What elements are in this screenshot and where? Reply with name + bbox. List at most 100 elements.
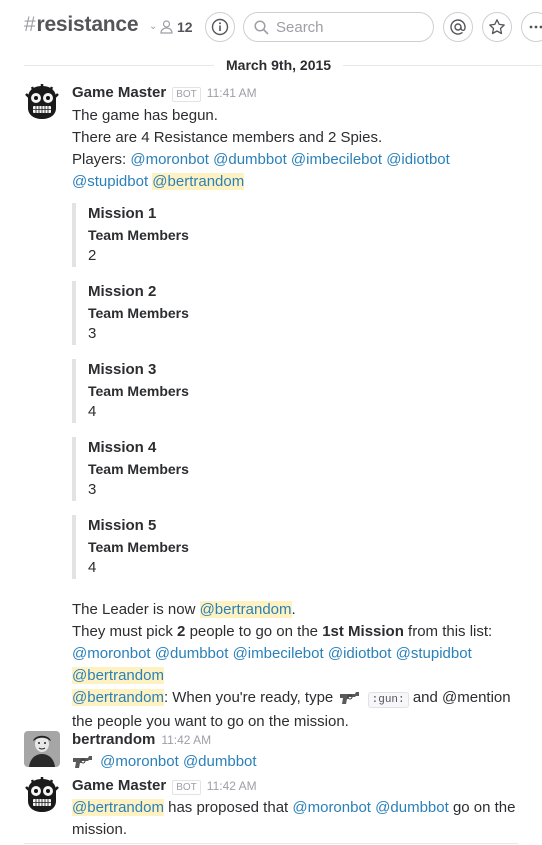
mention-link[interactable]: @imbecilebot [291, 151, 382, 168]
pick-text: They must pick [72, 623, 173, 640]
mention-link[interactable]: @moronbot [100, 753, 179, 770]
field-value: 3 [88, 481, 97, 498]
field-value: 3 [88, 325, 97, 342]
mission-attachment: Mission 5 Team Members 4 [72, 515, 512, 579]
pick-text: from this list: [408, 623, 493, 640]
ellipsis-icon [529, 25, 542, 29]
more-options-button[interactable] [521, 12, 542, 42]
message-timestamp[interactable]: 11:42 AM [207, 779, 257, 793]
players-label: Players: [72, 151, 127, 168]
star-icon [489, 19, 505, 35]
field-title: Team Members [88, 461, 189, 477]
ready-line: the people you want to go on the mission… [72, 713, 349, 730]
pick-count: 2 [177, 623, 186, 640]
proposal-line: mission. [72, 821, 128, 838]
mention-link[interactable]: @dumbbot [155, 645, 229, 662]
game-master-avatar-icon [24, 777, 60, 813]
sender-name[interactable]: Game Master [72, 777, 166, 794]
mention-link[interactable]: @stupidbot [396, 645, 472, 662]
bot-badge: BOT [172, 87, 201, 102]
message-line: There are 4 Resistance members and 2 Spi… [72, 129, 383, 146]
gun-emoji-icon [340, 692, 360, 705]
field-title: Team Members [88, 539, 189, 555]
candidate-list-line: @moronbot @dumbbot @imbecilebot @idiotbo… [72, 643, 512, 665]
leader-line: The Leader is now @bertrandom. [72, 601, 296, 618]
search-input[interactable] [276, 18, 426, 36]
pick-text: people to go on the [189, 623, 319, 640]
channel-header: #resistance ⌄ 12 [0, 0, 542, 56]
ready-line: @bertrandom: When you're ready, type :gu… [72, 687, 512, 711]
at-sign-icon [450, 19, 466, 35]
person-icon [160, 20, 173, 34]
mission-title: Mission 3 [88, 361, 157, 378]
info-icon [211, 18, 229, 36]
mission-title: Mission 1 [88, 205, 157, 222]
message-timestamp[interactable]: 11:41 AM [207, 86, 257, 100]
avatar[interactable] [24, 777, 60, 813]
mentions-button[interactable] [443, 12, 473, 42]
message-timestamp[interactable]: 11:42 AM [161, 733, 211, 747]
chevron-down-icon[interactable]: ⌄ [149, 21, 157, 32]
bot-badge: BOT [172, 780, 201, 795]
mission-attachment: Mission 3 Team Members 4 [72, 359, 512, 423]
field-title: Team Members [88, 227, 189, 243]
mention-link[interactable]: @moronbot [292, 799, 371, 816]
game-master-avatar-icon [24, 84, 60, 120]
mention-link-self[interactable]: @bertrandom [72, 689, 164, 706]
mission-title: Mission 5 [88, 517, 157, 534]
code-snippet: :gun: [367, 692, 409, 708]
mission-attachment: Mission 4 Team Members 3 [72, 437, 512, 501]
day-divider: March 9th, 2015 [0, 55, 542, 77]
candidate-list-line: @bertrandom [72, 665, 512, 687]
pick-line: They must pick 2 people to go on the 1st… [72, 621, 512, 643]
sender-name[interactable]: Game Master [72, 84, 166, 101]
gun-emoji-icon [73, 756, 92, 769]
channel-title[interactable]: #resistance [24, 13, 139, 37]
field-title: Team Members [88, 383, 189, 399]
leader-prefix: The Leader is now [72, 601, 196, 618]
bertrandom-avatar-icon [24, 731, 60, 767]
channel-hash: # [24, 13, 36, 36]
mention-link[interactable]: @moronbot [72, 645, 151, 662]
ready-text: and @mention [412, 689, 511, 706]
mention-link-self[interactable]: @bertrandom [72, 667, 164, 684]
sender-name[interactable]: bertrandom [72, 731, 155, 748]
mention-link[interactable]: @moronbot [130, 151, 209, 168]
pick-mission: 1st Mission [322, 623, 404, 640]
avatar[interactable] [24, 731, 60, 767]
avatar[interactable] [24, 84, 60, 120]
mention-link[interactable]: @idiotbot [386, 151, 450, 168]
players-line: Players: @moronbot @dumbbot @imbecilebot… [72, 149, 512, 171]
starred-items-button[interactable] [482, 12, 512, 42]
member-count: 12 [177, 19, 193, 35]
field-value: 4 [88, 403, 97, 420]
field-value: 4 [88, 559, 97, 576]
mention-link[interactable]: @dumbbot [375, 799, 449, 816]
field-title: Team Members [88, 305, 189, 321]
mission-attachment: Mission 1 Team Members 2 [72, 203, 512, 267]
mention-link[interactable]: @dumbbot [183, 753, 257, 770]
mention-link-self[interactable]: @bertrandom [152, 173, 245, 190]
mission-title: Mission 4 [88, 439, 157, 456]
mission-attachment: Mission 2 Team Members 3 [72, 281, 512, 345]
search-field[interactable] [243, 12, 434, 42]
channel-info-button[interactable] [205, 12, 235, 42]
member-count-button[interactable]: 12 [160, 19, 193, 35]
mention-link[interactable]: @dumbbot [213, 151, 287, 168]
mention-link-self[interactable]: @bertrandom [199, 601, 292, 618]
message-line: The game has begun. [72, 107, 218, 124]
mention-link[interactable]: @imbecilebot [233, 645, 324, 662]
mention-link-self[interactable]: @bertrandom [72, 799, 164, 816]
proposal-line: @bertrandom has proposed that @moronbot … [72, 797, 516, 819]
message-input-divider [24, 843, 518, 844]
players-line: @stupidbot @bertrandom [72, 171, 512, 193]
mention-link[interactable]: @idiotbot [328, 645, 392, 662]
mention-link[interactable]: @stupidbot [72, 173, 148, 190]
channel-name: resistance [36, 13, 139, 36]
proposal-text: has proposed that [168, 799, 289, 816]
message-line: @moronbot @dumbbot [72, 751, 512, 773]
field-value: 2 [88, 247, 97, 264]
ready-text: : When you're ready, type [163, 689, 334, 706]
mission-title: Mission 2 [88, 283, 157, 300]
search-icon [254, 19, 269, 35]
